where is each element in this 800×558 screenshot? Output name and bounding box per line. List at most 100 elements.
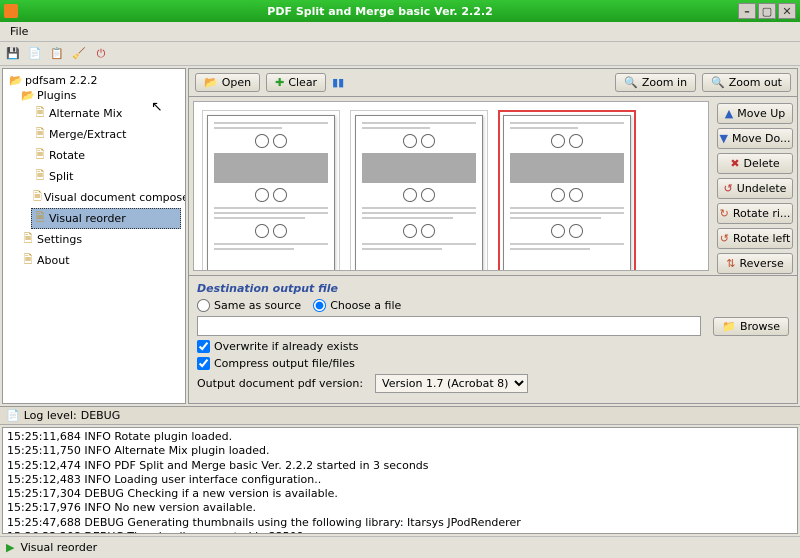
- tree-item-label: Rotate: [49, 149, 85, 162]
- folder-open-icon: 📂: [204, 76, 218, 89]
- statusbar: ▶ Visual reorder: [0, 536, 800, 558]
- destination-panel: Destination output file Same as source C…: [188, 275, 798, 404]
- tree-item-visual-reorder[interactable]: 🗎Visual reorder: [31, 208, 181, 229]
- radio-same-source[interactable]: Same as source: [197, 299, 301, 312]
- page-icon: 🗎: [33, 125, 47, 144]
- tree-root[interactable]: 📂pdfsam 2.2.2: [7, 73, 181, 88]
- clear-icon[interactable]: 🧹: [70, 45, 88, 63]
- tree-settings[interactable]: 🗎Settings: [19, 229, 181, 250]
- tree-item-merge-extract[interactable]: 🗎Merge/Extract: [31, 124, 181, 145]
- log-line: 15:25:17,976 INFO No new version availab…: [7, 501, 793, 515]
- version-select[interactable]: Version 1.7 (Acrobat 8): [375, 374, 528, 393]
- log-line: 15:25:17,304 DEBUG Checking if a new ver…: [7, 487, 793, 501]
- status-text: Visual reorder: [20, 541, 97, 554]
- move-down-button[interactable]: ▼Move Do...: [717, 128, 793, 149]
- log-line: 15:25:12,483 INFO Loading user interface…: [7, 473, 793, 487]
- log-line: 15:25:11,684 INFO Rotate plugin loaded.: [7, 430, 793, 444]
- main-split: ↖ 📂pdfsam 2.2.2 📂Plugins 🗎Alternate Mix🗎…: [0, 66, 800, 406]
- arrow-down-icon: ▼: [720, 132, 728, 145]
- thumb-toolbar: 📂 Open ✚Clear ▮▮ 🔍 Zoom in 🔍 Zoom out: [188, 68, 798, 96]
- file-icon[interactable]: 📄: [26, 45, 44, 63]
- arrow-up-icon: ▲: [725, 107, 733, 120]
- zoom-out-label: Zoom out: [729, 76, 782, 89]
- menu-file[interactable]: File: [4, 23, 34, 40]
- tree-root-label: pdfsam 2.2.2: [25, 74, 98, 87]
- open-label: Open: [222, 76, 251, 89]
- pause-icon[interactable]: ▮▮: [332, 76, 344, 89]
- app-icon: [4, 4, 18, 18]
- open-button[interactable]: 📂 Open: [195, 73, 260, 92]
- exit-icon[interactable]: ⏻: [92, 45, 110, 63]
- rotate-right-icon: ↻: [720, 207, 729, 220]
- clear-label: Clear: [288, 76, 317, 89]
- page-icon: 🗎: [33, 188, 42, 207]
- undelete-icon: ↺: [724, 182, 733, 195]
- thumbnail[interactable]: 65 - [A4]: [350, 110, 488, 271]
- thumbnail[interactable]: 66 - [A4]: [498, 110, 636, 271]
- zoom-in-button[interactable]: 🔍 Zoom in: [615, 73, 696, 92]
- check-overwrite[interactable]: Overwrite if already exists: [197, 340, 359, 353]
- thumb-area: 64 - [A4]65 - [A4]66 - [A4] ▲Move Up ▼Mo…: [188, 96, 798, 275]
- rotate-right-button[interactable]: ↻Rotate ri...: [717, 203, 793, 224]
- log-panel: 📄 Log level: DEBUG 15:25:11,684 INFO Rot…: [0, 406, 800, 536]
- version-label: Output document pdf version:: [197, 377, 363, 390]
- move-up-button[interactable]: ▲Move Up: [717, 103, 793, 124]
- folder-icon: 📂: [21, 89, 35, 102]
- save-icon[interactable]: 💾: [4, 45, 22, 63]
- tree-item-label: Visual reorder: [49, 212, 126, 225]
- dest-path-input[interactable]: [197, 316, 701, 336]
- page-icon: 🗎: [33, 146, 47, 165]
- tree-item-visual-document-composer[interactable]: 🗎Visual document composer: [31, 187, 181, 208]
- app-toolbar: 💾 📄 📋 🧹 ⏻: [0, 42, 800, 66]
- page-icon: 🗎: [21, 251, 35, 270]
- side-buttons: ▲Move Up ▼Move Do... ✖Delete ↺Undelete ↻…: [713, 97, 797, 275]
- delete-button[interactable]: ✖Delete: [717, 153, 793, 174]
- zoom-out-icon: 🔍: [711, 76, 725, 89]
- tree-plugins[interactable]: 📂Plugins: [19, 88, 181, 103]
- browse-button[interactable]: 📁Browse: [713, 317, 789, 336]
- tree-item-label: Split: [49, 170, 73, 183]
- page-icon: 🗎: [33, 167, 47, 186]
- page-icon: 🗎: [33, 209, 47, 228]
- tree-item-label: Alternate Mix: [49, 107, 122, 120]
- menubar: File: [0, 22, 800, 42]
- reverse-icon: ⇅: [726, 257, 735, 270]
- log-line: 15:25:11,750 INFO Alternate Mix plugin l…: [7, 444, 793, 458]
- zoom-in-icon: 🔍: [624, 76, 638, 89]
- zoom-out-button[interactable]: 🔍 Zoom out: [702, 73, 791, 92]
- undelete-button[interactable]: ↺Undelete: [717, 178, 793, 199]
- status-icon: ▶: [6, 541, 14, 554]
- page-icon: 🗎: [33, 104, 47, 123]
- tree-settings-label: Settings: [37, 233, 82, 246]
- close-button[interactable]: ✕: [778, 3, 796, 19]
- log-icon[interactable]: 📋: [48, 45, 66, 63]
- tree-plugins-label: Plugins: [37, 89, 76, 102]
- log-line: 15:26:22,208 DEBUG Thumbnails generated …: [7, 530, 793, 534]
- maximize-button[interactable]: ▢: [758, 3, 776, 19]
- minimize-button[interactable]: –: [738, 3, 756, 19]
- thumbs-scroll[interactable]: 64 - [A4]65 - [A4]66 - [A4]: [193, 101, 709, 271]
- log-level-prefix: Log level:: [24, 409, 77, 422]
- tree-item-alternate-mix[interactable]: 🗎Alternate Mix: [31, 103, 181, 124]
- rotate-left-button[interactable]: ↺Rotate left: [717, 228, 793, 249]
- clear-button[interactable]: ✚Clear: [266, 73, 326, 92]
- zoom-in-label: Zoom in: [642, 76, 687, 89]
- tree-panel: ↖ 📂pdfsam 2.2.2 📂Plugins 🗎Alternate Mix🗎…: [2, 68, 186, 404]
- check-compress[interactable]: Compress output file/files: [197, 357, 355, 370]
- log-body[interactable]: 15:25:11,684 INFO Rotate plugin loaded.1…: [2, 427, 798, 534]
- tree-about-label: About: [37, 254, 70, 267]
- tree-item-split[interactable]: 🗎Split: [31, 166, 181, 187]
- right-panel: 📂 Open ✚Clear ▮▮ 🔍 Zoom in 🔍 Zoom out 64 - …: [188, 68, 798, 404]
- tree-about[interactable]: 🗎About: [19, 250, 181, 271]
- window-title: PDF Split and Merge basic Ver. 2.2.2: [24, 5, 736, 18]
- log-header: 📄 Log level: DEBUG: [0, 407, 800, 425]
- titlebar: PDF Split and Merge basic Ver. 2.2.2 – ▢…: [0, 0, 800, 22]
- dest-legend: Destination output file: [197, 282, 789, 295]
- reverse-button[interactable]: ⇅Reverse: [717, 253, 793, 274]
- folder-icon: 📁: [722, 320, 736, 333]
- tree-item-rotate[interactable]: 🗎Rotate: [31, 145, 181, 166]
- thumbnail[interactable]: 64 - [A4]: [202, 110, 340, 271]
- radio-choose-file[interactable]: Choose a file: [313, 299, 401, 312]
- folder-icon: 📂: [9, 74, 23, 87]
- delete-icon: ✖: [730, 157, 739, 170]
